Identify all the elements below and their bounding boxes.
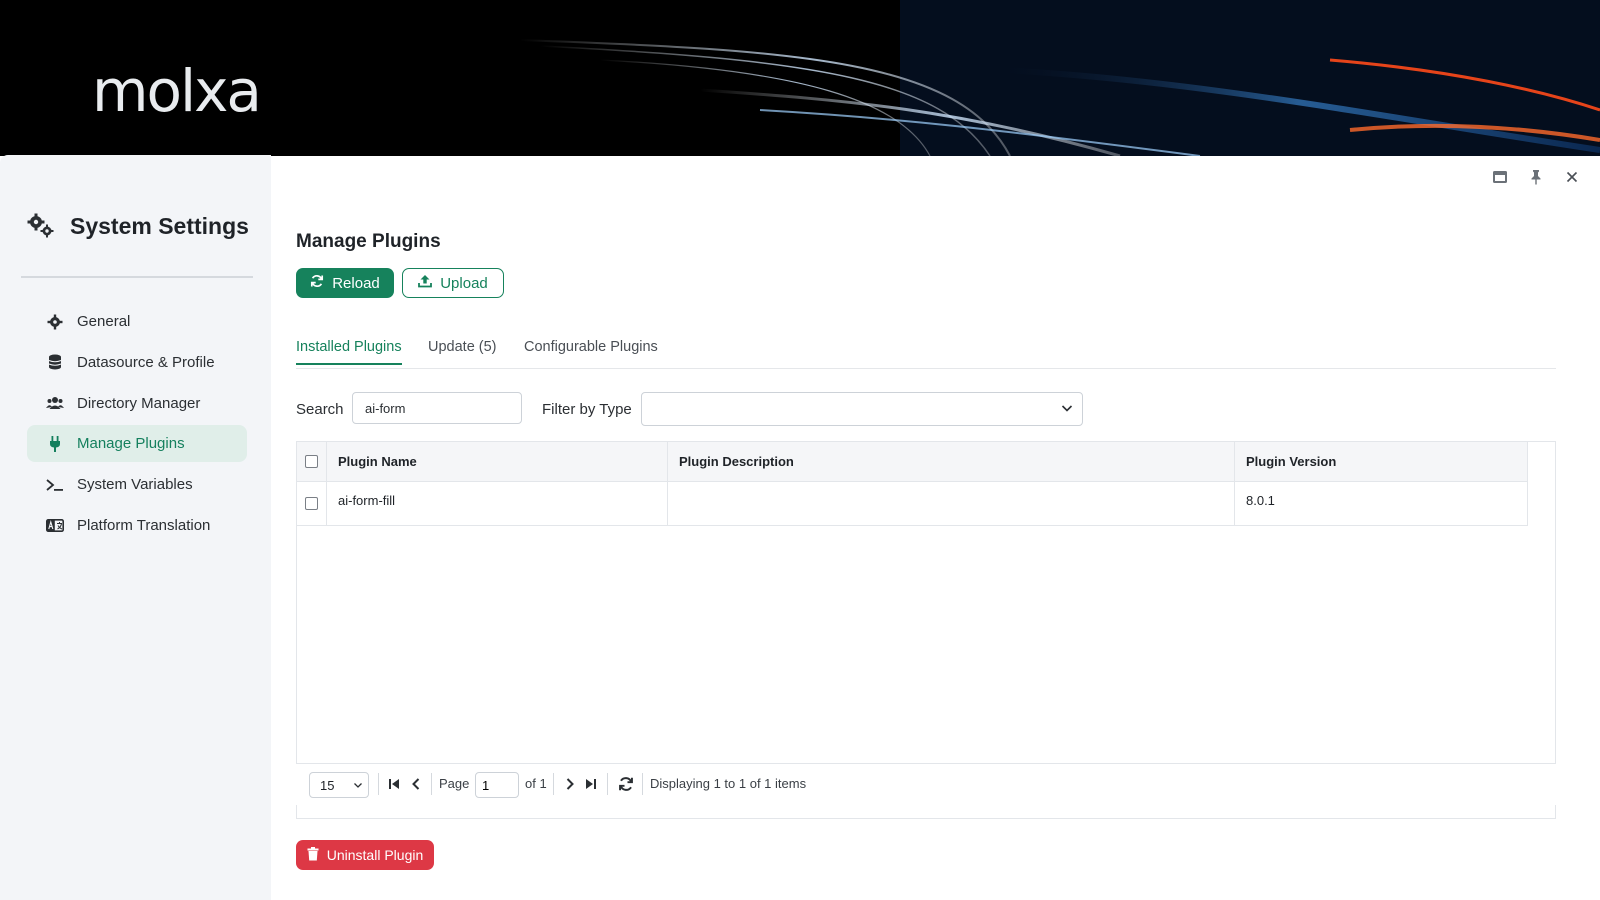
sidebar-item-manage-plugins[interactable]: Manage Plugins bbox=[27, 425, 247, 463]
sidebar-title: System Settings bbox=[70, 212, 249, 239]
minimize-icon[interactable] bbox=[1490, 167, 1510, 187]
search-input[interactable] bbox=[352, 392, 522, 424]
display-summary: Displaying 1 to 1 of 1 items bbox=[650, 776, 807, 791]
tab-configurable-plugins[interactable]: Configurable Plugins bbox=[524, 339, 658, 363]
pager-separator bbox=[642, 773, 643, 795]
uninstall-label: Uninstall Plugin bbox=[326, 847, 424, 863]
brand-logo: molxa bbox=[92, 57, 262, 125]
language-icon bbox=[45, 516, 65, 534]
select-all-cell bbox=[297, 442, 327, 481]
sidebar-item-label: Platform Translation bbox=[77, 516, 211, 534]
row-checkbox[interactable] bbox=[305, 497, 318, 510]
table-pager: 15 Page of 1 Displaying 1 to 1 of 1 item… bbox=[296, 763, 1556, 805]
sidebar-item-label: System Variables bbox=[77, 476, 193, 494]
sidebar-item-directory[interactable]: Directory Manager bbox=[27, 385, 247, 422]
row-select-cell bbox=[297, 482, 327, 525]
header-banner: molxa bbox=[0, 0, 1600, 156]
page-label: Page bbox=[439, 776, 470, 791]
plugin-description-cell bbox=[668, 482, 1235, 525]
upload-label: Upload bbox=[440, 274, 488, 292]
tab-update[interactable]: Update (5) bbox=[428, 339, 497, 363]
page-title: Manage Plugins bbox=[296, 231, 441, 252]
plugin-tabs: Installed Plugins Update (5) Configurabl… bbox=[296, 339, 1556, 369]
next-page-icon[interactable] bbox=[560, 774, 580, 794]
previous-page-icon[interactable] bbox=[406, 774, 426, 794]
page-number-input[interactable] bbox=[475, 772, 519, 798]
chevron-down-icon bbox=[1060, 401, 1074, 420]
column-header-plugin-name[interactable]: Plugin Name bbox=[327, 442, 668, 481]
sidebar-item-platform-translation[interactable]: Platform Translation bbox=[27, 507, 247, 544]
uninstall-plugin-button[interactable]: Uninstall Plugin bbox=[296, 840, 434, 870]
sidebar-item-label: General bbox=[77, 313, 131, 330]
refresh-icon bbox=[310, 274, 324, 292]
sidebar-item-general[interactable]: General bbox=[27, 303, 247, 340]
pager-separator bbox=[378, 773, 379, 795]
page-count-label: of 1 bbox=[525, 776, 547, 791]
select-all-checkbox[interactable] bbox=[305, 455, 318, 468]
pager-separator bbox=[431, 773, 432, 795]
gear-icon bbox=[45, 313, 65, 331]
settings-nav: General Datasource & Profile Directory M… bbox=[27, 303, 247, 548]
first-page-icon[interactable] bbox=[384, 774, 404, 794]
sidebar-item-label: Directory Manager bbox=[77, 394, 201, 412]
upload-icon bbox=[418, 274, 433, 292]
table-header: Plugin Name Plugin Description Plugin Ve… bbox=[297, 442, 1528, 482]
gears-icon bbox=[26, 211, 56, 241]
close-icon[interactable] bbox=[1562, 167, 1582, 187]
terminal-icon bbox=[45, 476, 65, 494]
plugin-version-cell: 8.0.1 bbox=[1246, 493, 1275, 508]
reload-label: Reload bbox=[332, 274, 380, 292]
sidebar-item-label: Datasource & Profile bbox=[77, 353, 215, 371]
sidebar-item-datasource[interactable]: Datasource & Profile bbox=[27, 344, 247, 381]
window-controls bbox=[1490, 167, 1582, 187]
column-header-plugin-version[interactable]: Plugin Version bbox=[1235, 442, 1528, 481]
users-icon bbox=[45, 394, 65, 412]
pin-icon[interactable] bbox=[1526, 167, 1546, 187]
reload-button[interactable]: Reload bbox=[296, 268, 394, 298]
refresh-icon[interactable] bbox=[616, 774, 636, 794]
plug-icon bbox=[45, 435, 65, 453]
trash-icon bbox=[307, 846, 319, 864]
database-icon bbox=[45, 353, 65, 371]
page-size-value: 15 bbox=[320, 777, 335, 793]
filter-label: Filter by Type bbox=[542, 401, 632, 418]
filter-by-type-select[interactable] bbox=[641, 392, 1083, 426]
page-size-select[interactable]: 15 bbox=[309, 772, 369, 798]
sidebar-header: System Settings bbox=[26, 211, 249, 241]
pager-separator bbox=[553, 773, 554, 795]
sidebar-divider bbox=[21, 276, 253, 278]
settings-sidebar: System Settings General Datasource & Pro… bbox=[0, 155, 271, 900]
column-header-plugin-description[interactable]: Plugin Description bbox=[668, 442, 1235, 481]
main-panel: Manage Plugins Reload Upload Installed P… bbox=[271, 159, 1600, 900]
tab-installed-plugins[interactable]: Installed Plugins bbox=[296, 339, 402, 365]
last-page-icon[interactable] bbox=[581, 774, 601, 794]
upload-button[interactable]: Upload bbox=[402, 268, 504, 298]
pager-separator bbox=[607, 773, 608, 795]
sidebar-item-system-variables[interactable]: System Variables bbox=[27, 466, 247, 503]
table-row[interactable]: ai-form-fill 8.0.1 bbox=[297, 482, 1528, 526]
search-label: Search bbox=[296, 401, 344, 418]
plugin-name-cell: ai-form-fill bbox=[327, 482, 668, 525]
chevron-down-icon bbox=[352, 779, 364, 794]
sidebar-item-label: Manage Plugins bbox=[77, 435, 185, 453]
